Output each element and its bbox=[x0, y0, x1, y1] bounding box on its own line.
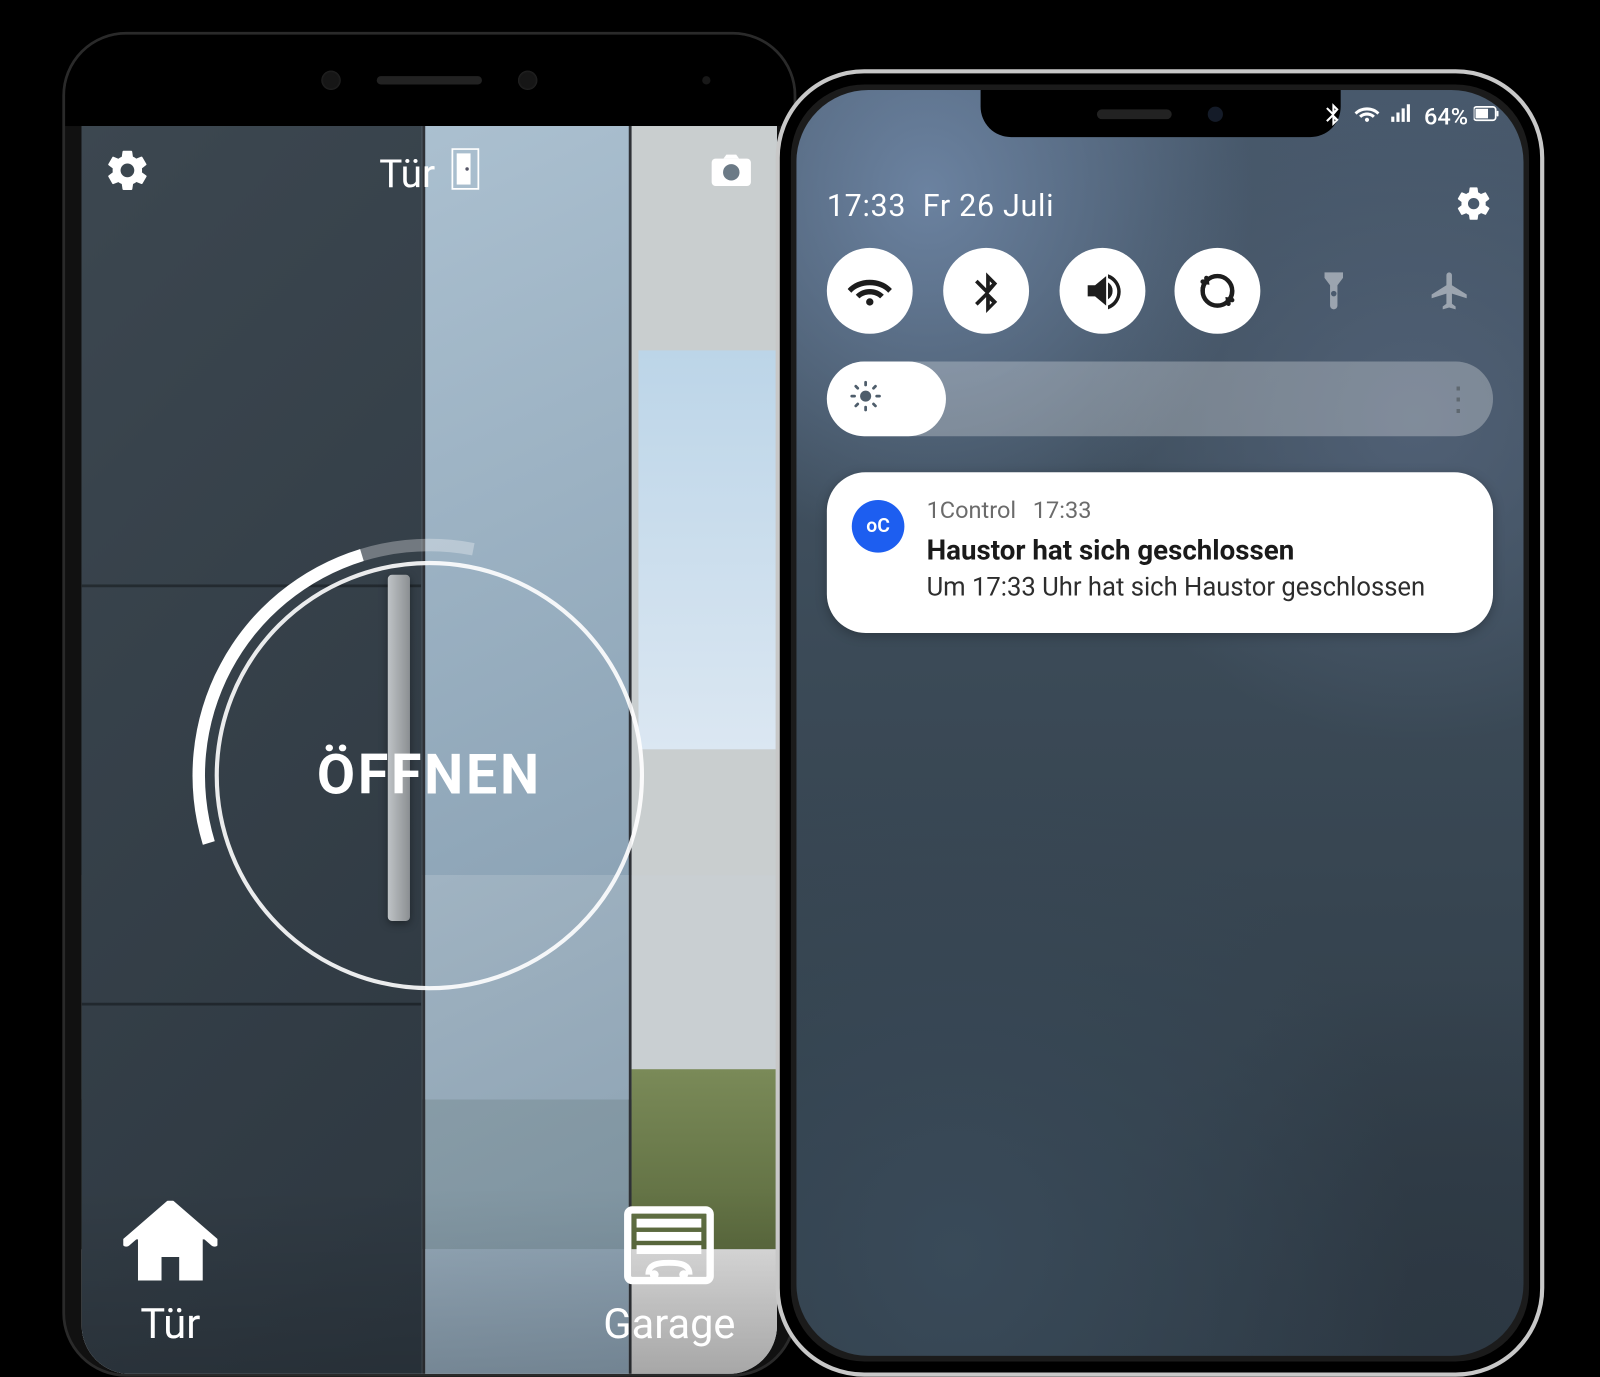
shade-header: 17:33 Fr 26 Juli bbox=[827, 184, 1493, 228]
phone-2-screen: 64% 17:33 Fr 26 Juli bbox=[796, 90, 1523, 1356]
phone-2-notch bbox=[980, 90, 1340, 137]
battery-icon bbox=[1474, 101, 1499, 133]
open-button[interactable]: ÖFFNEN bbox=[215, 560, 644, 989]
qs-airplane[interactable] bbox=[1407, 248, 1493, 334]
notification-app-name: 1Control bbox=[927, 497, 1017, 525]
notification-app-icon: oC bbox=[852, 500, 905, 553]
tab-garage-label: Garage bbox=[603, 1301, 735, 1349]
house-icon bbox=[123, 1201, 217, 1292]
signal-status-icon bbox=[1389, 101, 1414, 133]
qs-wifi[interactable] bbox=[827, 248, 913, 334]
quick-settings-row bbox=[827, 248, 1493, 334]
wifi-status-icon bbox=[1355, 101, 1380, 133]
notification-time: 17:33 bbox=[1033, 497, 1092, 525]
sensor-icon bbox=[518, 71, 537, 90]
qs-sound[interactable] bbox=[1059, 248, 1145, 334]
door-icon bbox=[452, 148, 480, 199]
shade-date: Fr 26 Juli bbox=[923, 189, 1055, 224]
phone-1-screen: Tür ÖFFNEN bbox=[82, 126, 777, 1374]
front-camera-icon bbox=[1208, 106, 1223, 121]
shade-settings-button[interactable] bbox=[1454, 184, 1493, 228]
tab-door-label: Tür bbox=[140, 1301, 200, 1349]
shade-time: 17:33 bbox=[827, 189, 906, 224]
earpiece-speaker-icon bbox=[377, 76, 482, 84]
notification-body: Um 17:33 Uhr hat sich Haustor geschlosse… bbox=[927, 572, 1480, 602]
notification-card[interactable]: oC 1Control 17:33 Haustor hat sich gesch… bbox=[827, 472, 1493, 633]
brightness-icon bbox=[849, 379, 882, 418]
phone-2-frame: 64% 17:33 Fr 26 Juli bbox=[776, 69, 1545, 1376]
bluetooth-status-icon bbox=[1320, 101, 1345, 133]
brightness-slider[interactable]: ⋮ bbox=[827, 361, 1493, 436]
led-icon bbox=[702, 76, 710, 84]
battery-text: 64% bbox=[1424, 103, 1468, 131]
tab-door[interactable]: Tür bbox=[123, 1201, 217, 1349]
front-camera-icon bbox=[321, 71, 340, 90]
topbar-title: Tür bbox=[379, 150, 435, 196]
qs-flashlight[interactable] bbox=[1291, 248, 1377, 334]
phone-1-bezel bbox=[65, 35, 794, 126]
app-topbar: Tür bbox=[82, 134, 777, 212]
qs-autorotate[interactable] bbox=[1175, 248, 1261, 334]
notification-title: Haustor hat sich geschlossen bbox=[927, 533, 1480, 566]
camera-icon[interactable] bbox=[708, 147, 755, 200]
status-bar-right: 64% bbox=[1320, 101, 1498, 133]
earpiece-speaker-icon bbox=[1097, 109, 1172, 119]
brightness-track-fill bbox=[827, 361, 946, 436]
settings-gear-icon[interactable] bbox=[104, 147, 151, 200]
brightness-more-icon[interactable]: ⋮ bbox=[1442, 379, 1471, 418]
phone-1-frame: Tür ÖFFNEN bbox=[62, 32, 796, 1377]
tab-garage[interactable]: Garage bbox=[603, 1201, 735, 1349]
garage-icon bbox=[622, 1201, 716, 1292]
qs-bluetooth[interactable] bbox=[943, 248, 1029, 334]
bottom-tab-bar: Tür Garage bbox=[82, 1187, 777, 1374]
